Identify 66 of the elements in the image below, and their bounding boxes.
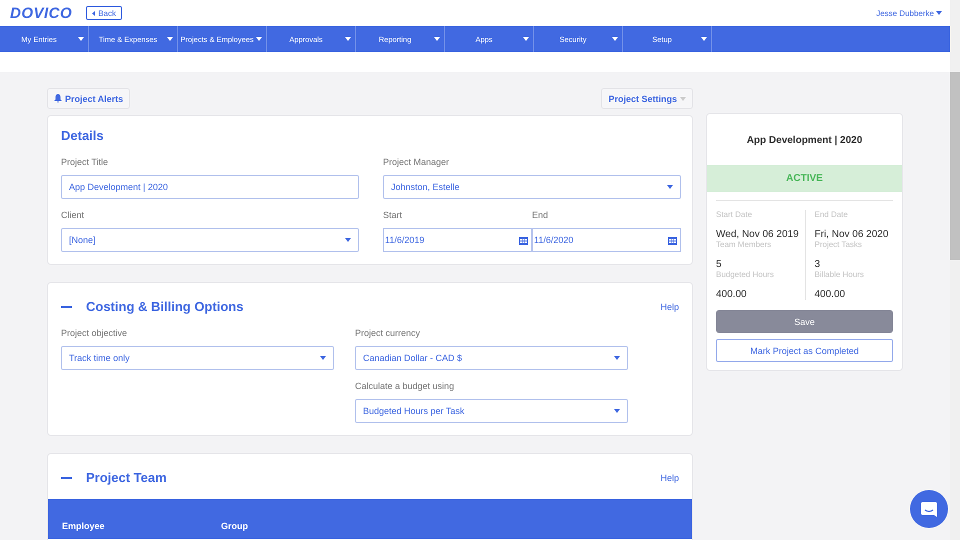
caret-icon: [345, 238, 351, 242]
stat-value: 5: [716, 259, 723, 270]
help-link[interactable]: Help: [660, 472, 679, 482]
stat-value: 400.00: [814, 289, 846, 300]
stat-value: Wed, Nov 06 2019: [716, 229, 800, 240]
caret-icon: [256, 37, 262, 41]
caret-icon: [701, 37, 707, 41]
status-banner: ACTIVE: [707, 165, 902, 192]
field-label: Project currency: [355, 328, 422, 338]
caret-icon: [78, 37, 84, 41]
stat-value: Fri, Nov 06 2020: [814, 229, 890, 240]
calendar-icon: [668, 236, 677, 244]
user-menu[interactable]: Jesse Dubberke: [876, 8, 942, 18]
stat-label: Start Date: [716, 210, 754, 219]
stat-value: 400.00: [716, 289, 748, 300]
field-label: Start: [383, 210, 404, 220]
select-field[interactable]: Johnston, Estelle: [383, 175, 681, 199]
caret-icon: [612, 37, 618, 41]
scrollbar[interactable]: [950, 0, 960, 540]
caret-icon: [345, 37, 351, 41]
caret-icon: [614, 409, 620, 413]
caret-icon: [320, 356, 326, 360]
select-field[interactable]: Budgeted Hours per Task: [355, 399, 628, 423]
section-title: Costing & Billing Options: [86, 299, 244, 314]
caret-icon: [434, 37, 440, 41]
calendar-icon: [519, 236, 528, 244]
field-label: End: [532, 210, 550, 220]
select-field[interactable]: Canadian Dollar - CAD $: [355, 346, 628, 370]
caret-icon: [680, 96, 686, 100]
caret-icon: [936, 11, 942, 15]
alerts-button[interactable]: Project Alerts: [47, 88, 130, 109]
date-field[interactable]: 11/6/2019: [383, 228, 532, 252]
column-header: Employee: [62, 521, 106, 531]
caret-icon: [167, 37, 173, 41]
caret-icon: [92, 10, 96, 16]
settings-button[interactable]: Project Settings: [601, 88, 693, 109]
caret-icon: [523, 37, 529, 41]
complete-button[interactable]: Mark Project as Completed: [716, 339, 893, 362]
select-field[interactable]: [None]: [61, 228, 359, 252]
stat-label: Project Tasks: [814, 240, 863, 249]
back-button[interactable]: Back: [86, 6, 122, 20]
section-title: Project Team: [86, 470, 167, 485]
text-field[interactable]: App Development | 2020: [61, 175, 359, 199]
field-label: Project Manager: [383, 157, 450, 167]
chat-button[interactable]: [910, 490, 948, 528]
field-label: Client: [61, 210, 86, 220]
select-field[interactable]: Track time only: [61, 346, 334, 370]
field-label: Calculate a budget using: [355, 381, 456, 391]
stat-label: Budgeted Hours: [716, 270, 775, 279]
logo[interactable]: DOVICO: [10, 4, 72, 22]
field-label: Project objective: [61, 328, 128, 338]
stat-label: End Date: [814, 210, 849, 219]
help-link[interactable]: Help: [660, 302, 679, 312]
caret-icon: [667, 185, 673, 189]
stat-value: 3: [814, 259, 822, 270]
save-button[interactable]: Save: [716, 310, 893, 333]
stat-label: Team Members: [716, 240, 772, 249]
caret-icon: [614, 356, 620, 360]
project-title: App Development | 2020: [746, 134, 864, 148]
date-field[interactable]: 11/6/2020: [532, 228, 681, 252]
bell-icon: [54, 94, 62, 103]
column-header: Group: [221, 521, 249, 531]
chat-icon: [921, 502, 937, 516]
stat-label: Billable Hours: [814, 270, 865, 279]
section-title: Details: [61, 128, 105, 143]
field-label: Project Title: [61, 157, 110, 167]
